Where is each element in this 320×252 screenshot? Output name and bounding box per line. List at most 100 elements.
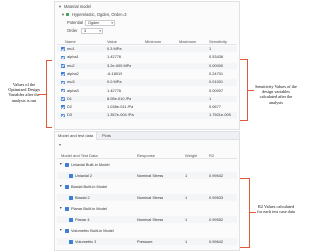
variable-sensitivity: 1.7501e-005 bbox=[209, 112, 231, 118]
test-case-row[interactable]: Uniaxial 2 Nominal Stress 1 0.99542 bbox=[57, 172, 237, 180]
col-minimum[interactable]: Minimum bbox=[145, 38, 161, 45]
checkbox-checked-icon[interactable] bbox=[61, 97, 65, 101]
variable-value[interactable]: 0.3 MPa bbox=[107, 46, 122, 52]
variable-row[interactable]: D1 8.05e-010 /Pa 1 bbox=[57, 95, 237, 103]
chevron-down-icon[interactable]: ▼ bbox=[59, 227, 63, 232]
response-value[interactable]: Nominal Stress bbox=[137, 216, 163, 223]
test-case-checkbox-icon[interactable] bbox=[69, 239, 73, 244]
variable-row[interactable]: alpha1 1.42776 0.53438 bbox=[57, 54, 237, 60]
r2-value: 0.99552 bbox=[209, 217, 224, 222]
material-model-panel: ▼ Material model ▼ Hyperelastic, Ogden, … bbox=[54, 1, 240, 130]
chevron-down-icon[interactable]: ▼ bbox=[58, 3, 62, 10]
test-case-label: Biaxial 2 bbox=[75, 195, 90, 200]
model-name: Hyperelastic, Ogden, Order=3 bbox=[72, 12, 127, 17]
variable-value[interactable]: 1.038e-011 /Pa bbox=[107, 104, 133, 110]
order-label: Order bbox=[67, 28, 78, 33]
variable-value[interactable]: 0.0 MPa bbox=[107, 79, 122, 85]
test-data-table-header: Model and Test Data Response Weight R2 bbox=[57, 152, 237, 159]
weight-value[interactable]: 1 bbox=[185, 216, 187, 223]
model-checkbox-icon[interactable] bbox=[65, 228, 69, 233]
tab-plots[interactable]: Plots bbox=[99, 132, 114, 140]
model-checkbox-icon[interactable] bbox=[65, 184, 69, 189]
test-case-label: Planar 4 bbox=[75, 217, 90, 222]
checkbox-checked-icon[interactable] bbox=[61, 47, 65, 51]
col-r2[interactable]: R2 bbox=[209, 152, 214, 159]
model-checkbox-icon[interactable] bbox=[65, 162, 69, 167]
test-case-row[interactable]: Volumetric 3 Pressure 1 0.99642 bbox=[57, 238, 237, 246]
chevron-down-icon[interactable]: ▼ bbox=[61, 11, 65, 18]
checkbox-checked-icon[interactable] bbox=[61, 55, 65, 60]
col-name[interactable]: Name bbox=[65, 38, 76, 45]
model-group-row[interactable]: ▼ Volumetric Built-in Model bbox=[57, 227, 237, 234]
variable-row[interactable]: D3 1.357e-004 /Pa 1.7501e-005 bbox=[57, 112, 237, 119]
order-row: Order 3 ▾ bbox=[55, 27, 239, 34]
checkbox-checked-icon[interactable] bbox=[61, 105, 65, 110]
tab-model-and-test-data[interactable]: Model and test data bbox=[55, 132, 98, 140]
weight-value[interactable]: 1 bbox=[185, 238, 187, 245]
model-checkbox-icon[interactable] bbox=[65, 206, 69, 211]
chevron-down-icon[interactable]: ▼ bbox=[59, 183, 63, 188]
r2-value: 0.99642 bbox=[209, 239, 224, 244]
connector-sensitivity bbox=[248, 90, 254, 91]
checkbox-checked-icon[interactable] bbox=[61, 88, 65, 93]
response-value[interactable]: Nominal Stress bbox=[137, 194, 163, 201]
test-case-checkbox-icon[interactable] bbox=[69, 195, 73, 200]
model-group-row[interactable]: ▼ Planar Built-in Model bbox=[57, 205, 237, 212]
annotation-sensitivity-values: Sensitivity Values of the design variabl… bbox=[255, 84, 297, 105]
model-node[interactable]: ▼ Hyperelastic, Ogden, Order=3 bbox=[55, 11, 239, 18]
variable-value[interactable]: -6.18019 bbox=[107, 71, 122, 77]
model-group-row[interactable]: ▼ Uniaxial Built-in Model bbox=[57, 161, 237, 168]
order-select[interactable]: 3 ▾ bbox=[81, 27, 103, 34]
variable-value[interactable]: 8.05e-010 /Pa bbox=[107, 96, 131, 102]
material-model-header[interactable]: ▼ Material model bbox=[55, 3, 239, 10]
variable-row[interactable]: D2 1.038e-011 /Pa 0.0677 bbox=[57, 104, 237, 110]
variable-row[interactable]: alpha3 1.42776 0.00007 bbox=[57, 88, 237, 94]
col-value[interactable]: Value bbox=[107, 38, 117, 45]
variable-value[interactable]: 1.357e-004 /Pa bbox=[107, 112, 134, 118]
chevron-down-icon[interactable]: ▼ bbox=[59, 161, 63, 166]
variable-row[interactable]: alpha2 -6.18019 0.24701 bbox=[57, 71, 237, 77]
test-case-row[interactable]: Planar 4 Nominal Stress 1 0.99552 bbox=[57, 216, 237, 224]
section-title: Material model bbox=[64, 4, 91, 9]
potential-value: Ogden bbox=[88, 20, 100, 25]
test-case-checkbox-icon[interactable] bbox=[69, 217, 73, 222]
model-check-icon bbox=[66, 12, 70, 16]
response-value[interactable]: Nominal Stress bbox=[137, 172, 163, 179]
variable-sensitivity: 0.00007 bbox=[209, 87, 224, 93]
connector-r2 bbox=[250, 212, 256, 213]
variable-row[interactable]: mu1 0.3 MPa 1 bbox=[57, 46, 237, 53]
potential-select[interactable]: Ogden ▾ bbox=[85, 19, 115, 26]
variable-name: D2 bbox=[67, 104, 72, 110]
col-response[interactable]: Response bbox=[137, 152, 155, 159]
col-sensitivity[interactable]: Sensitivity bbox=[209, 38, 227, 45]
model-group-row[interactable]: ▼ Biaxial Built-in Model bbox=[57, 183, 237, 190]
variable-row[interactable]: mu2 3.2e-005 MPa 0.00000 bbox=[57, 62, 237, 69]
variable-value[interactable]: 1.42776 bbox=[107, 54, 121, 60]
test-case-label: Uniaxial 2 bbox=[75, 173, 93, 178]
col-maximum[interactable]: Maximum bbox=[179, 38, 196, 45]
variable-row[interactable]: mu3 0.0 MPa 0.01001 bbox=[57, 79, 237, 86]
checkbox-checked-icon[interactable] bbox=[61, 80, 65, 85]
weight-value[interactable]: 1 bbox=[185, 172, 187, 179]
test-case-checkbox-icon[interactable] bbox=[69, 173, 73, 178]
variable-value[interactable]: 3.2e-005 MPa bbox=[107, 63, 131, 69]
collapse-icon[interactable]: ▾ bbox=[59, 143, 63, 147]
variable-name: alpha3 bbox=[67, 87, 79, 93]
variable-name: D3 bbox=[67, 112, 72, 118]
group-label: Biaxial Built-in Model bbox=[71, 184, 108, 189]
col-weight[interactable]: Weight bbox=[185, 152, 197, 159]
variable-value[interactable]: 1.42776 bbox=[107, 88, 121, 94]
response-value[interactable]: Pressure bbox=[137, 238, 153, 245]
checkbox-checked-icon[interactable] bbox=[61, 113, 65, 118]
variable-sensitivity: 1 bbox=[209, 95, 212, 101]
col-model-and-test-data[interactable]: Model and Test Data bbox=[61, 152, 98, 159]
test-case-row[interactable]: Biaxial 2 Nominal Stress 1 0.99533 bbox=[57, 194, 237, 202]
weight-value[interactable]: 1 bbox=[185, 194, 187, 201]
checkbox-checked-icon[interactable] bbox=[61, 72, 65, 76]
variable-name: alpha2 bbox=[67, 70, 79, 76]
variable-sensitivity: 0.01001 bbox=[209, 79, 224, 85]
r2-value: 0.99542 bbox=[209, 173, 224, 178]
group-label: Planar Built-in Model bbox=[71, 206, 107, 211]
chevron-down-icon[interactable]: ▼ bbox=[59, 205, 63, 210]
checkbox-checked-icon[interactable] bbox=[61, 63, 65, 68]
